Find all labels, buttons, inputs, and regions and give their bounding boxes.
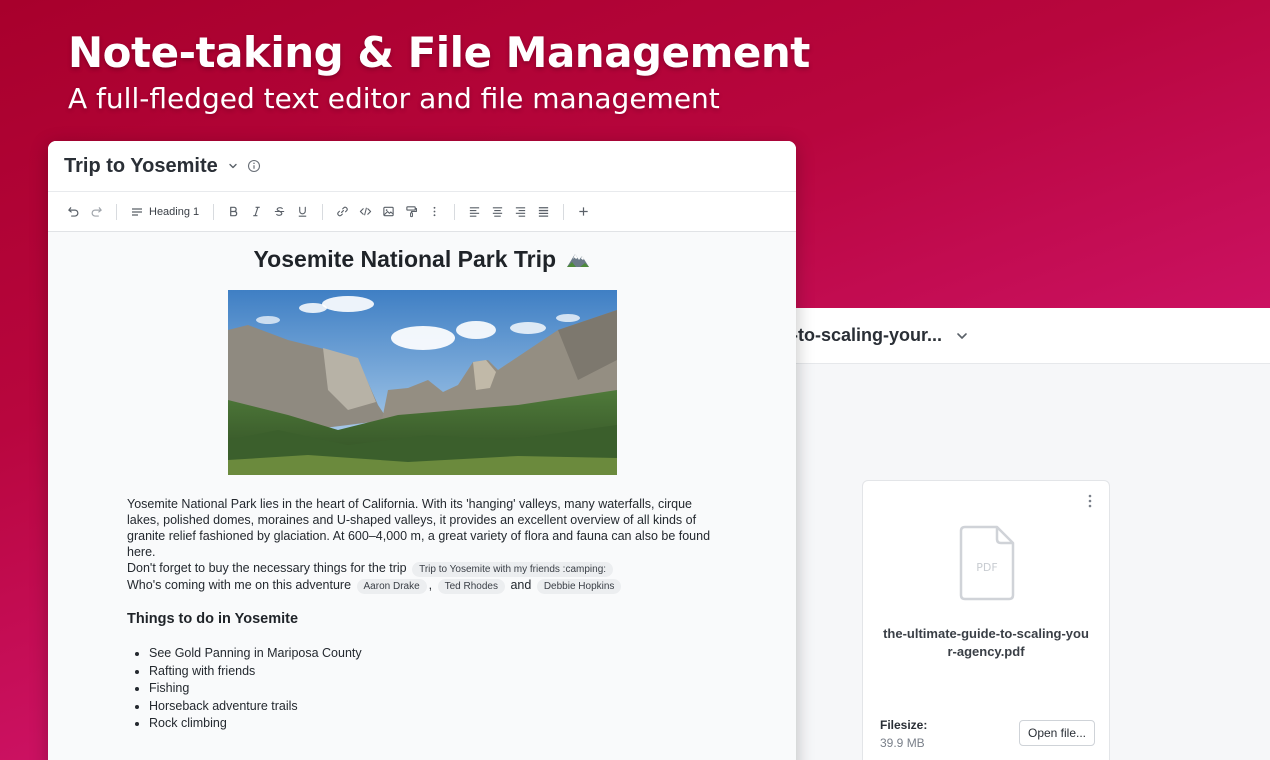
editor-window: Trip to Yosemite Heading 1 Yosemite Nati… [48, 141, 796, 760]
more-vertical-icon[interactable] [1085, 493, 1095, 509]
align-justify-icon[interactable] [532, 200, 555, 224]
page-mention[interactable]: Trip to Yosemite with my friends :campin… [412, 562, 614, 577]
info-icon[interactable] [247, 159, 261, 173]
more-vertical-icon[interactable] [423, 200, 446, 224]
list-item: Horseback adventure trails [149, 698, 717, 716]
list-item: Rafting with friends [149, 663, 717, 681]
file-header: e-to-scaling-your... [760, 308, 1270, 364]
strikethrough-icon[interactable] [268, 200, 291, 224]
image-icon[interactable] [377, 200, 400, 224]
things-to-do-heading: Things to do in Yosemite [127, 611, 299, 627]
chevron-down-icon[interactable] [956, 330, 968, 342]
buy-text: Don't forget to buy the necessary things… [127, 561, 407, 575]
mountain-emoji-icon [566, 247, 590, 267]
align-right-icon[interactable] [509, 200, 532, 224]
file-preview-window: e-to-scaling-your... PDF the-ultimate-gu… [760, 308, 1270, 760]
toolbar-divider [563, 203, 565, 220]
document-heading-text: Yosemite National Park Trip [253, 246, 557, 272]
filesize-value: 39.9 MB [880, 736, 925, 750]
coming-text: Who's coming with me on this adventure [127, 578, 352, 592]
list-item: Fishing [149, 680, 717, 698]
intro-paragraph: Yosemite National Park lies in the heart… [127, 497, 711, 559]
link-icon[interactable] [331, 200, 354, 224]
buy-line: Don't forget to buy the necessary things… [127, 560, 717, 577]
redo-icon[interactable] [85, 200, 108, 224]
toolbar-divider [454, 203, 456, 220]
paint-roller-icon[interactable] [400, 200, 423, 224]
user-mention[interactable]: Ted Rhodes [437, 579, 505, 594]
and-text: and [510, 578, 532, 592]
coming-line: Who's coming with me on this adventure A… [127, 577, 717, 594]
filesize-label: Filesize: [880, 718, 928, 732]
todo-list: See Gold Panning in Mariposa County Raft… [127, 645, 717, 733]
hero-subtitle: A full-fledged text editor and file mana… [68, 82, 720, 115]
file-name: the-ultimate-guide-to-scaling-your-agenc… [883, 626, 1089, 659]
toolbar-divider [213, 203, 215, 220]
hero-title: Note-taking & File Management [68, 28, 810, 77]
align-center-icon[interactable] [486, 200, 509, 224]
comma-separator: , [428, 578, 433, 592]
pdf-file-icon: PDF [959, 525, 1015, 601]
chevron-down-icon[interactable] [228, 161, 238, 171]
document-content[interactable]: Yosemite National Park lies in the heart… [127, 496, 717, 733]
list-item: See Gold Panning in Mariposa County [149, 645, 717, 663]
code-icon[interactable] [354, 200, 377, 224]
document-heading[interactable]: Yosemite National Park Trip [48, 246, 796, 273]
toolbar-divider [116, 203, 117, 220]
document-title[interactable]: Trip to Yosemite [64, 155, 218, 178]
pdf-label: PDF [976, 561, 997, 574]
heading-select-label: Heading 1 [149, 205, 200, 218]
bold-icon[interactable] [222, 200, 245, 224]
underline-icon[interactable] [291, 200, 314, 224]
editor-header: Trip to Yosemite [48, 141, 796, 192]
text-lines-icon [132, 207, 142, 216]
align-left-icon[interactable] [463, 200, 486, 224]
yosemite-valley-image[interactable] [228, 290, 617, 475]
toolbar-divider [322, 203, 324, 220]
italic-icon[interactable] [245, 200, 268, 224]
plus-icon[interactable] [572, 200, 595, 224]
user-mention[interactable]: Aaron Drake [356, 579, 427, 594]
heading-select[interactable]: Heading 1 [125, 206, 205, 218]
editor-toolbar: Heading 1 [48, 192, 796, 232]
user-mention[interactable]: Debbie Hopkins [536, 579, 622, 594]
open-file-button[interactable]: Open file... [1019, 720, 1095, 746]
undo-icon[interactable] [62, 200, 85, 224]
list-item: Rock climbing [149, 715, 717, 733]
file-card[interactable]: PDF the-ultimate-guide-to-scaling-your-a… [862, 480, 1110, 760]
file-title[interactable]: e-to-scaling-your... [782, 325, 942, 346]
